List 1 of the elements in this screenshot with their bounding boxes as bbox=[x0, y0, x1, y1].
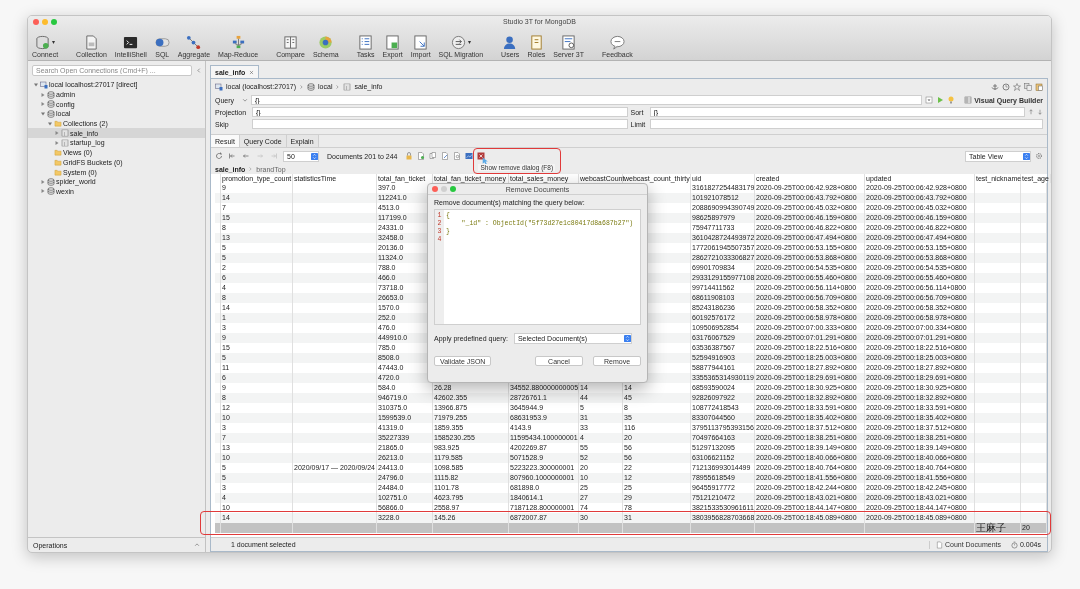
table-cell: 王麻子 bbox=[976, 523, 1006, 533]
